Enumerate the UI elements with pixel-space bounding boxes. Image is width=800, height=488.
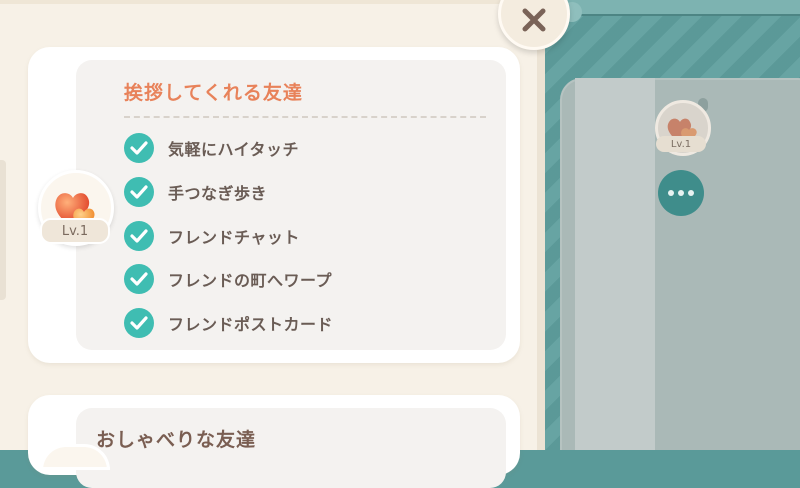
perk-item: フレンドポストカード	[124, 307, 333, 339]
panel-right-edge	[537, 0, 545, 450]
friendship-level-badge: Lv.1	[40, 218, 110, 244]
perk-label: フレンドチャット	[168, 228, 300, 247]
perk-item: フレンドチャット	[124, 220, 300, 252]
check-icon	[124, 221, 154, 251]
perk-item: 気軽にハイタッチ	[124, 132, 299, 164]
perk-label: 手つなぎ歩き	[168, 184, 268, 203]
more-options-button	[658, 170, 704, 216]
background-top-bar	[550, 0, 800, 16]
friend-level-content: 挨拶してくれる友達 気軽にハイタッチ 手つなぎ歩き フレンドチャット フレンドの…	[76, 60, 506, 350]
friend-level-title: 挨拶してくれる友達	[124, 82, 303, 104]
friend-level-title: おしゃべりな友達	[96, 429, 257, 451]
background-level-badge: Lv.1	[656, 136, 706, 152]
check-icon	[124, 177, 154, 207]
perk-label: フレンドポストカード	[168, 315, 334, 334]
perk-item: フレンドの町へワープ	[124, 263, 332, 295]
more-icon	[668, 190, 674, 196]
panel-left-edge	[0, 160, 6, 300]
check-icon	[124, 308, 154, 338]
background-card-column	[575, 78, 655, 450]
panel-top-edge	[0, 0, 545, 4]
close-icon	[522, 8, 546, 32]
friendship-panel: 挨拶してくれる友達 気軽にハイタッチ 手つなぎ歩き フレンドチャット フレンドの…	[0, 0, 570, 488]
title-divider	[124, 116, 486, 118]
perk-item: 手つなぎ歩き	[124, 176, 267, 208]
background-scene: Lv.1	[540, 0, 800, 450]
perk-label: 気軽にハイタッチ	[168, 140, 300, 159]
perk-label: フレンドの町へワープ	[168, 271, 333, 290]
check-icon	[124, 133, 154, 163]
check-icon	[124, 264, 154, 294]
